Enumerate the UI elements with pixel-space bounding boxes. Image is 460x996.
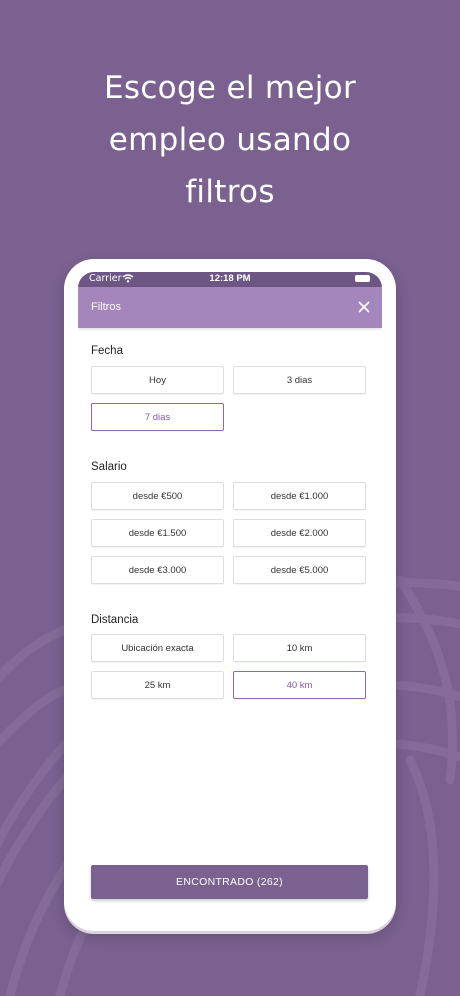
headline-line-1: Escoge el mejor: [104, 70, 356, 106]
phone-frame: Carrier 12:18 PM Filtros Fecha Hoy 3 dia…: [64, 259, 396, 931]
chip-salario-2000[interactable]: desde €2.000: [233, 519, 366, 547]
chip-distancia-10km[interactable]: 10 km: [233, 634, 366, 662]
section-title-fecha: Fecha: [91, 345, 123, 357]
chip-distancia-25km[interactable]: 25 km: [91, 671, 224, 699]
status-time: 12:18 PM: [209, 273, 251, 284]
chip-distancia-40km[interactable]: 40 km: [233, 671, 366, 699]
app-bar-title: Filtros: [91, 301, 121, 313]
battery-icon: [355, 275, 370, 282]
section-title-distancia: Distancia: [91, 614, 139, 626]
chip-salario-3000[interactable]: desde €3.000: [91, 556, 224, 584]
find-results-button[interactable]: ENCONTRADO (262): [91, 865, 368, 899]
chip-salario-500[interactable]: desde €500: [91, 482, 224, 510]
chip-salario-1000[interactable]: desde €1.000: [233, 482, 366, 510]
phone-screen: Carrier 12:18 PM Filtros Fecha Hoy 3 dia…: [78, 272, 382, 917]
chip-distancia-exacta[interactable]: Ubicación exacta: [91, 634, 224, 662]
headline-line-3: filtros: [185, 174, 275, 210]
section-title-salario: Salario: [91, 461, 127, 473]
headline: Escoge el mejor empleo usando filtros: [0, 62, 460, 218]
chip-fecha-3-dias[interactable]: 3 dias: [233, 366, 366, 394]
chip-salario-5000[interactable]: desde €5.000: [233, 556, 366, 584]
close-icon[interactable]: [354, 297, 374, 317]
headline-line-2: empleo usando: [108, 122, 352, 158]
chip-salario-1500[interactable]: desde €1.500: [91, 519, 224, 547]
chip-fecha-hoy[interactable]: Hoy: [91, 366, 224, 394]
status-bar: Carrier 12:18 PM: [78, 272, 382, 287]
chip-fecha-7-dias[interactable]: 7 dias: [91, 403, 224, 431]
app-bar: Filtros: [78, 287, 382, 328]
